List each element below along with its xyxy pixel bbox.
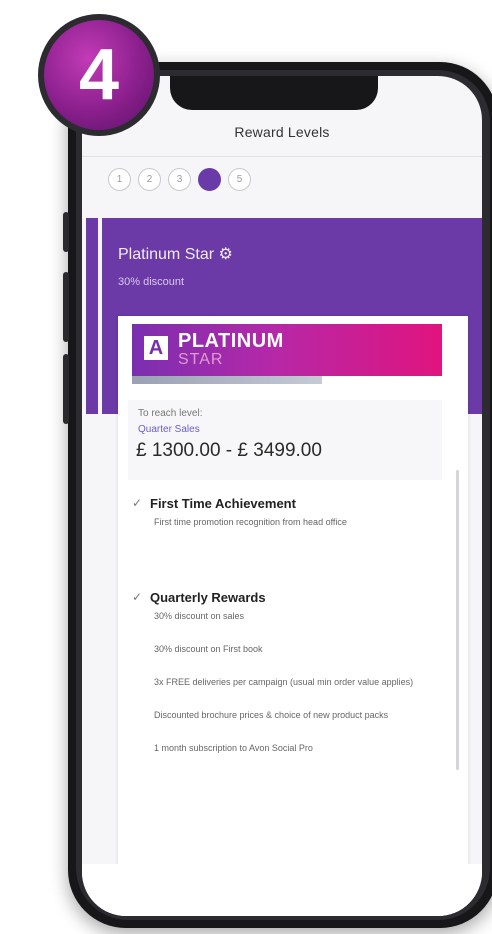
sales-range: £ 1300.00 - £ 3499.00 xyxy=(136,440,322,461)
step-3[interactable]: 3 xyxy=(168,168,191,191)
step-2[interactable]: 2 xyxy=(138,168,161,191)
level-stepper: 1 2 3 4 5 xyxy=(108,168,251,191)
volume-up-button xyxy=(63,272,69,342)
sales-range-box: To reach level: Quarter Sales £ 1300.00 … xyxy=(128,400,442,480)
step-number-badge: 4 xyxy=(38,14,160,136)
step-1[interactable]: 1 xyxy=(108,168,131,191)
benefit-heading: ✓ First Time Achievement xyxy=(132,496,438,511)
sales-label: Quarter Sales xyxy=(138,424,200,435)
benefit-description: First time promotion recognition from he… xyxy=(154,517,347,527)
benefit-first-time: ✓ First Time Achievement First time prom… xyxy=(132,496,438,530)
page-title: Reward Levels xyxy=(234,124,330,140)
phone-notch xyxy=(170,76,378,110)
mute-switch xyxy=(63,212,69,252)
volume-down-button xyxy=(63,354,69,424)
quarterly-item: 30% discount on sales xyxy=(154,611,245,621)
benefit-title: First Time Achievement xyxy=(150,496,296,511)
quarterly-item: Discounted brochure prices & choice of n… xyxy=(154,710,389,720)
check-icon: ✓ xyxy=(132,590,143,604)
check-icon: ✓ xyxy=(132,496,143,510)
header-divider xyxy=(82,156,482,157)
to-reach-label: To reach level: xyxy=(138,408,203,419)
level-card: A PLATINUM STAR To reach level: Quarter … xyxy=(118,316,468,916)
bottom-bar xyxy=(82,864,482,916)
quarterly-item: 1 month subscription to Avon Social Pro xyxy=(154,743,313,753)
level-discount: 30% discount xyxy=(118,276,185,288)
level-name: Platinum Star ⚙ xyxy=(118,246,233,263)
benefit-quarterly: ✓ Quarterly Rewards 30% discount on sale… xyxy=(132,590,438,756)
benefit-title: Quarterly Rewards xyxy=(150,590,266,605)
phone-screen: Reward Levels 1 2 3 4 5 Platinum Star ⚙ … xyxy=(82,76,482,916)
step-4-active[interactable]: 4 xyxy=(198,168,221,191)
quarterly-item: 30% discount on First book xyxy=(154,644,263,654)
logo-subtitle: STAR xyxy=(178,351,224,368)
quarterly-item: 3x FREE deliveries per campaign (usual m… xyxy=(154,677,414,687)
logo-title: PLATINUM xyxy=(178,330,284,352)
brand-a-icon: A xyxy=(144,336,168,360)
logo-underline xyxy=(132,376,322,384)
previous-level-edge xyxy=(86,218,98,414)
scrollbar[interactable] xyxy=(456,470,459,770)
benefit-heading: ✓ Quarterly Rewards xyxy=(132,590,438,605)
step-5[interactable]: 5 xyxy=(228,168,251,191)
platinum-star-logo: A PLATINUM STAR xyxy=(132,324,442,376)
